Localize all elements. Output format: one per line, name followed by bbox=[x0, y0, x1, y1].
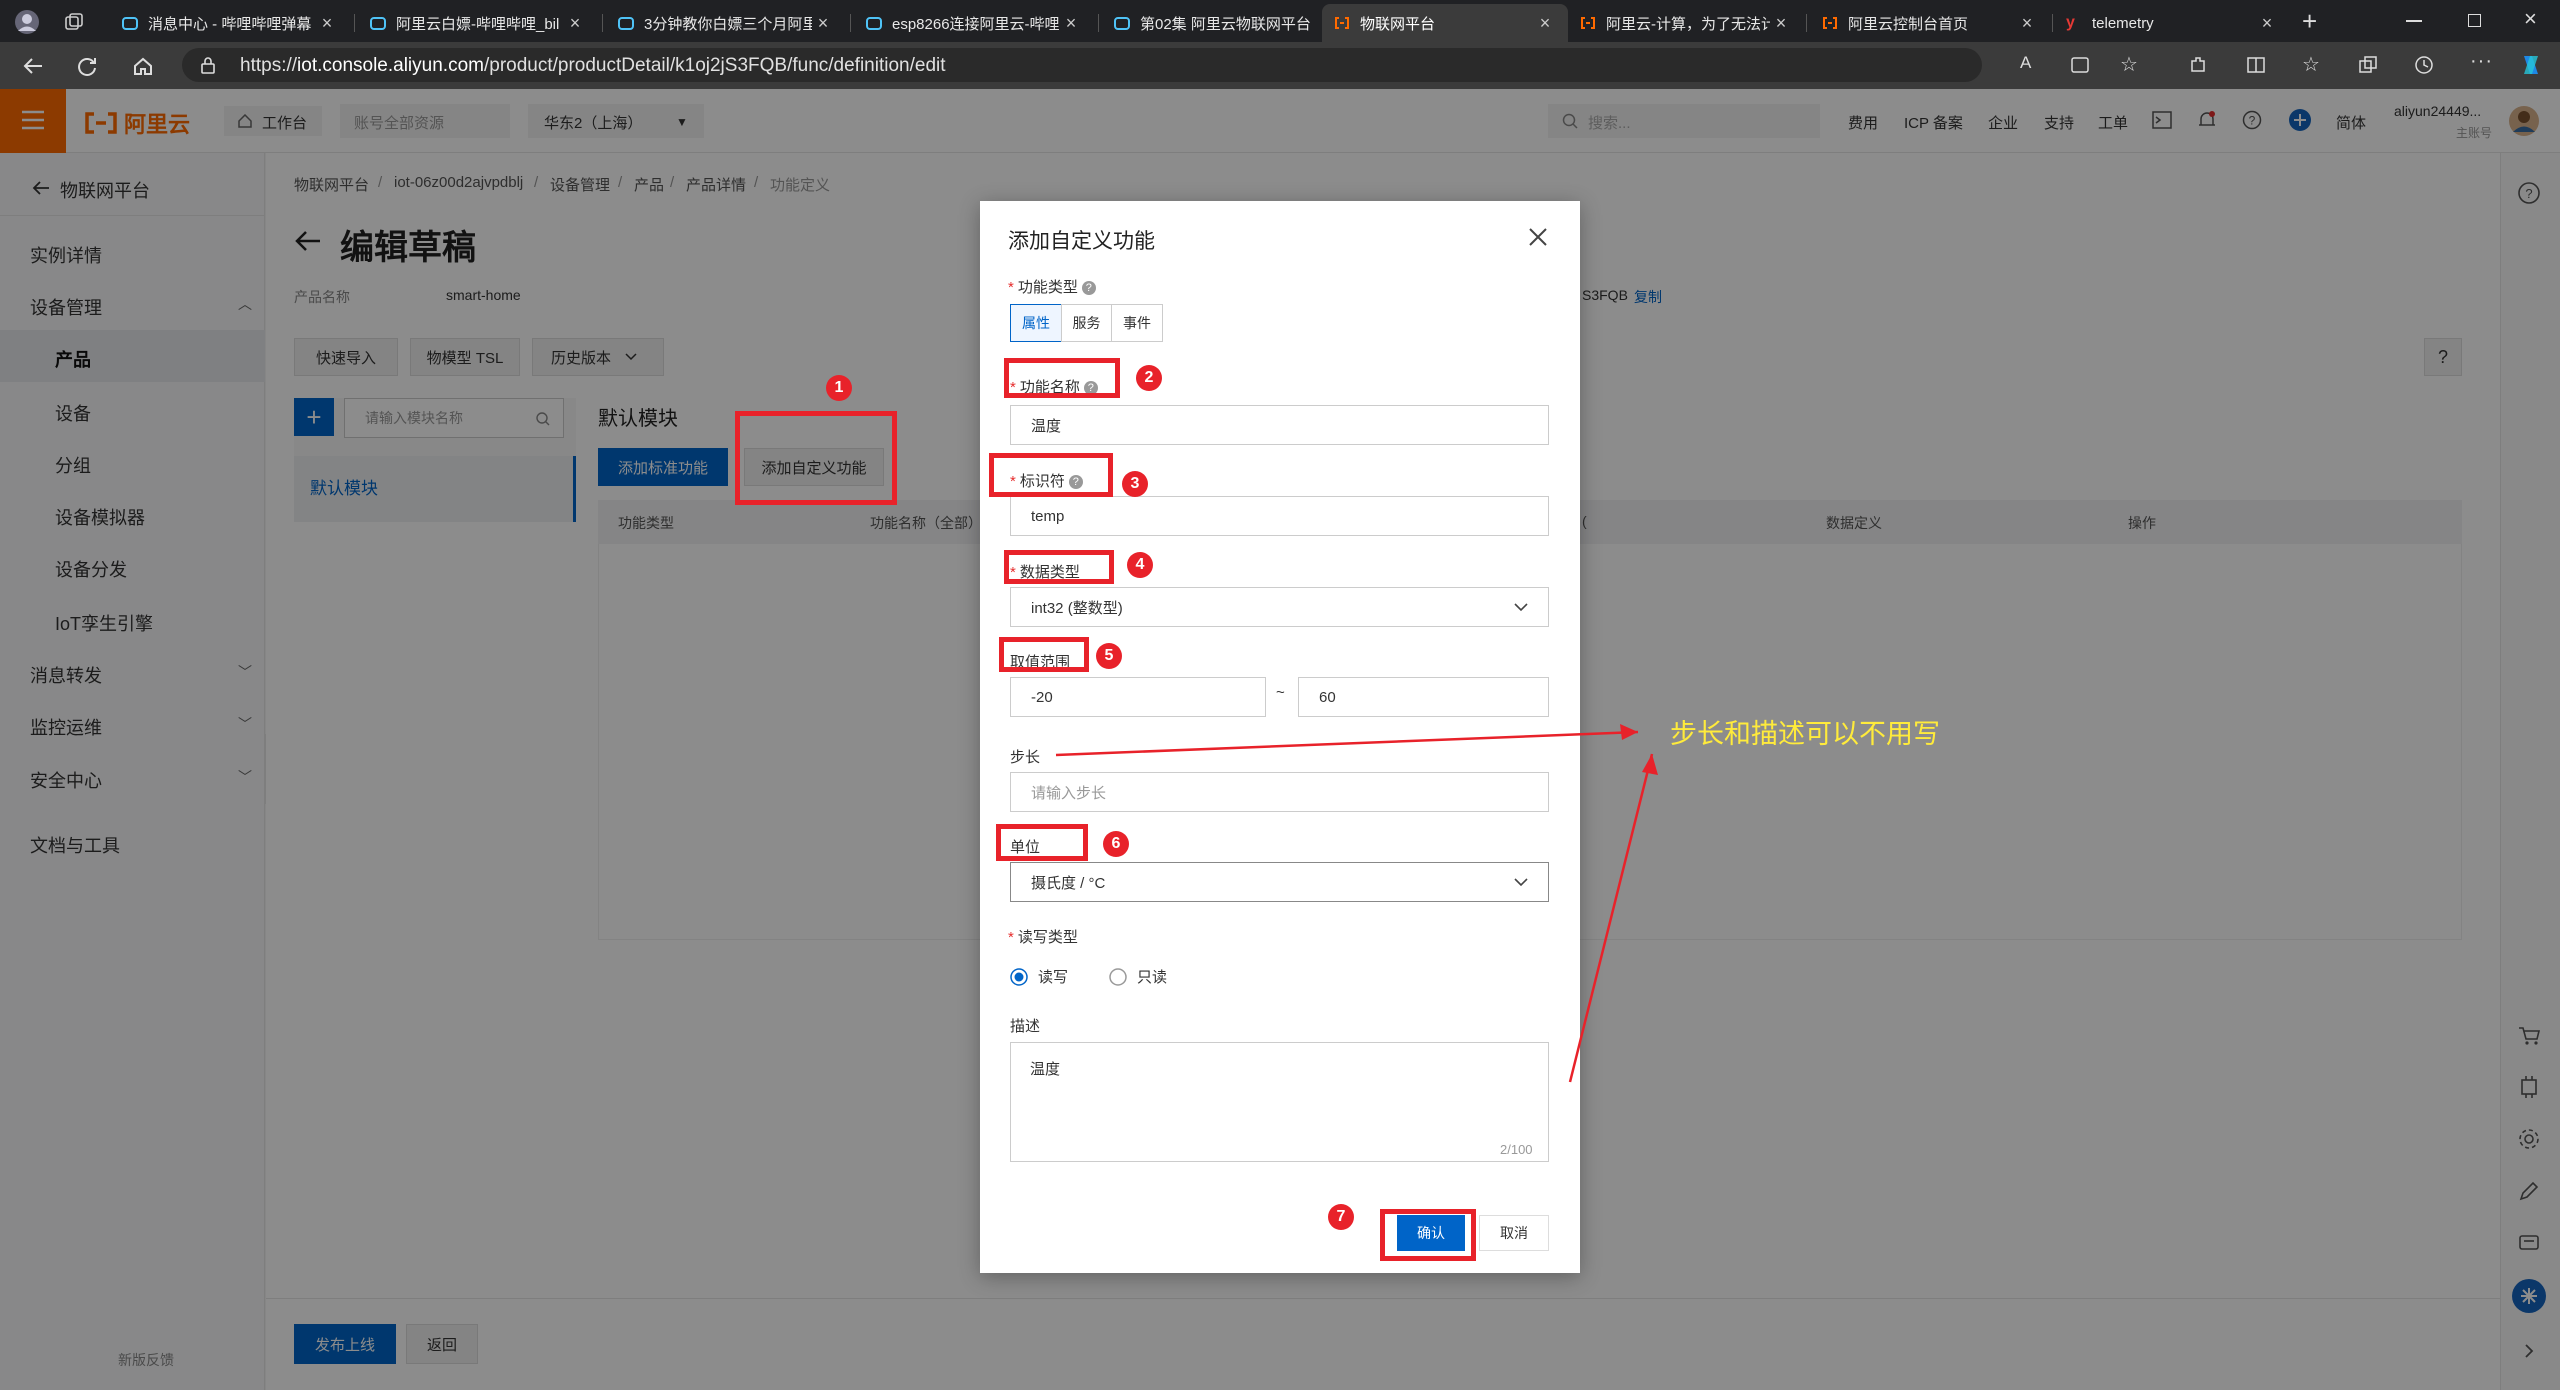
close-tab-icon[interactable]: × bbox=[1770, 13, 1792, 34]
func-type-option-event[interactable]: 事件 bbox=[1111, 304, 1163, 342]
func-type-label: * 功能类型? bbox=[1008, 276, 1096, 297]
annotation-box bbox=[1380, 1209, 1476, 1261]
browser-tab[interactable]: 第02集 阿里云物联网平台 bbox=[1102, 4, 1322, 42]
func-type-option-property[interactable]: 属性 bbox=[1010, 304, 1062, 342]
more-options-icon[interactable]: ··· bbox=[2470, 50, 2493, 73]
workspaces-icon[interactable] bbox=[64, 12, 84, 32]
question-icon: ? bbox=[1081, 281, 1096, 296]
history-icon[interactable] bbox=[2414, 55, 2434, 75]
tab-title: 消息中心 - 哔哩哔哩弹幕 bbox=[148, 15, 312, 33]
browser-tab[interactable]: y telemetry × bbox=[2054, 4, 2290, 42]
dialog-title: 添加自定义功能 bbox=[1008, 230, 1155, 253]
step-label: 步长 bbox=[1010, 749, 1041, 766]
minimize-icon[interactable] bbox=[2406, 20, 2422, 22]
split-screen-icon[interactable] bbox=[2246, 55, 2266, 75]
browser-tab[interactable]: esp8266连接阿里云-哔哩 × bbox=[854, 4, 1094, 42]
close-tab-icon[interactable]: × bbox=[1534, 13, 1556, 34]
aliyun-tab-icon bbox=[1581, 17, 1595, 29]
bilibili-tab-icon bbox=[1114, 17, 1130, 30]
close-window-icon[interactable]: × bbox=[2524, 6, 2537, 32]
annotation-note: 步长和描述可以不用写 bbox=[1670, 719, 1940, 749]
annotation-box bbox=[735, 411, 897, 505]
description-label: 描述 bbox=[1010, 1018, 1041, 1035]
annotation-box bbox=[1004, 358, 1120, 398]
tab-title: 第02集 阿里云物联网平台 bbox=[1140, 15, 1310, 33]
annotation-box bbox=[989, 453, 1113, 497]
close-tab-icon[interactable]: × bbox=[564, 13, 586, 34]
browser-tab[interactable]: 阿里云白嫖-哔哩哔哩_bil × bbox=[358, 4, 598, 42]
lock-icon[interactable] bbox=[200, 56, 216, 74]
range-max-input[interactable]: 60 bbox=[1298, 677, 1549, 717]
profile-avatar-icon[interactable] bbox=[14, 9, 40, 35]
aliyun-tab-icon bbox=[1823, 17, 1837, 29]
annotation-box bbox=[1004, 550, 1114, 584]
tab-title: telemetry bbox=[2092, 14, 2154, 32]
func-type-option-service[interactable]: 服务 bbox=[1061, 304, 1112, 342]
browser-tab[interactable]: 3分钟教你白嫖三个月阿里 × bbox=[606, 4, 846, 42]
annotation-arrows bbox=[1055, 724, 1658, 1083]
bilibili-tab-icon bbox=[370, 17, 386, 30]
back-icon[interactable] bbox=[22, 55, 44, 77]
aliyun-tab-icon bbox=[1335, 17, 1349, 29]
favorite-star-icon[interactable]: ☆ bbox=[2120, 52, 2138, 77]
browser-tab-active[interactable]: 物联网平台 × bbox=[1322, 4, 1568, 42]
restore-icon[interactable] bbox=[2468, 14, 2481, 27]
annotation-number: 3 bbox=[1122, 471, 1148, 497]
annotation-number: 7 bbox=[1328, 1204, 1354, 1230]
tab-title: 3分钟教你白嫖三个月阿里 bbox=[644, 15, 812, 33]
annotation-number: 2 bbox=[1136, 365, 1162, 391]
range-separator: ~ bbox=[1276, 684, 1285, 701]
app-available-icon[interactable] bbox=[2070, 55, 2090, 75]
tab-title: 物联网平台 bbox=[1360, 15, 1436, 33]
browser-tab[interactable]: 阿里云控制台首页 × bbox=[1810, 4, 2050, 42]
refresh-icon[interactable] bbox=[76, 55, 98, 77]
close-tab-icon[interactable]: × bbox=[1060, 13, 1082, 34]
extensions-icon[interactable] bbox=[2188, 55, 2208, 75]
copilot-icon[interactable] bbox=[2518, 52, 2544, 78]
close-tab-icon[interactable]: × bbox=[812, 13, 834, 34]
tab-title: 阿里云控制台首页 bbox=[1848, 15, 1969, 33]
data-type-select[interactable]: int32 (整数型) bbox=[1010, 587, 1549, 627]
tab-title: 阿里云-计算，为了无法计 bbox=[1606, 15, 1770, 33]
annotation-number: 4 bbox=[1127, 552, 1153, 578]
close-icon[interactable] bbox=[1528, 227, 1548, 247]
annotation-number: 5 bbox=[1096, 643, 1122, 669]
tab-title: esp8266连接阿里云-哔哩 bbox=[892, 15, 1060, 33]
home-icon[interactable] bbox=[132, 55, 154, 77]
identifier-input[interactable]: temp bbox=[1010, 496, 1549, 536]
browser-tab[interactable]: 阿里云-计算，为了无法计 × bbox=[1568, 4, 1804, 42]
url-text: https://iot.console.aliyun.com/product/p… bbox=[240, 55, 946, 76]
new-tab-icon[interactable]: + bbox=[2302, 6, 2317, 37]
favorites-list-icon[interactable]: ☆ bbox=[2302, 52, 2320, 77]
bilibili-tab-icon bbox=[866, 17, 882, 30]
annotation-box bbox=[999, 637, 1089, 672]
bilibili-tab-icon bbox=[618, 17, 634, 30]
collections-icon[interactable] bbox=[2358, 55, 2378, 75]
close-tab-icon[interactable]: × bbox=[2016, 13, 2038, 34]
func-name-input[interactable]: 温度 bbox=[1010, 405, 1549, 445]
chevron-down-icon bbox=[1514, 602, 1528, 611]
bilibili-tab-icon bbox=[122, 17, 138, 30]
close-tab-icon[interactable]: × bbox=[316, 13, 338, 34]
annotation-number: 1 bbox=[826, 375, 852, 401]
browser-tab[interactable]: 消息中心 - 哔哩哔哩弹幕 × bbox=[110, 4, 350, 42]
description-counter: 2/100 bbox=[1500, 1142, 1533, 1157]
browser-tab-bar: 消息中心 - 哔哩哔哩弹幕 × 阿里云白嫖-哔哩哔哩_bil × 3分钟教你白嫖… bbox=[0, 0, 2560, 42]
radio-checked-icon bbox=[1010, 967, 1028, 986]
read-aloud-icon[interactable]: A bbox=[2020, 53, 2031, 73]
range-min-input[interactable]: -20 bbox=[1010, 677, 1266, 717]
cancel-button[interactable]: 取消 bbox=[1479, 1215, 1549, 1251]
close-tab-icon[interactable]: × bbox=[2256, 13, 2278, 34]
tab-title: 阿里云白嫖-哔哩哔哩_bil bbox=[396, 15, 560, 33]
y-tab-icon: y bbox=[2066, 14, 2075, 31]
